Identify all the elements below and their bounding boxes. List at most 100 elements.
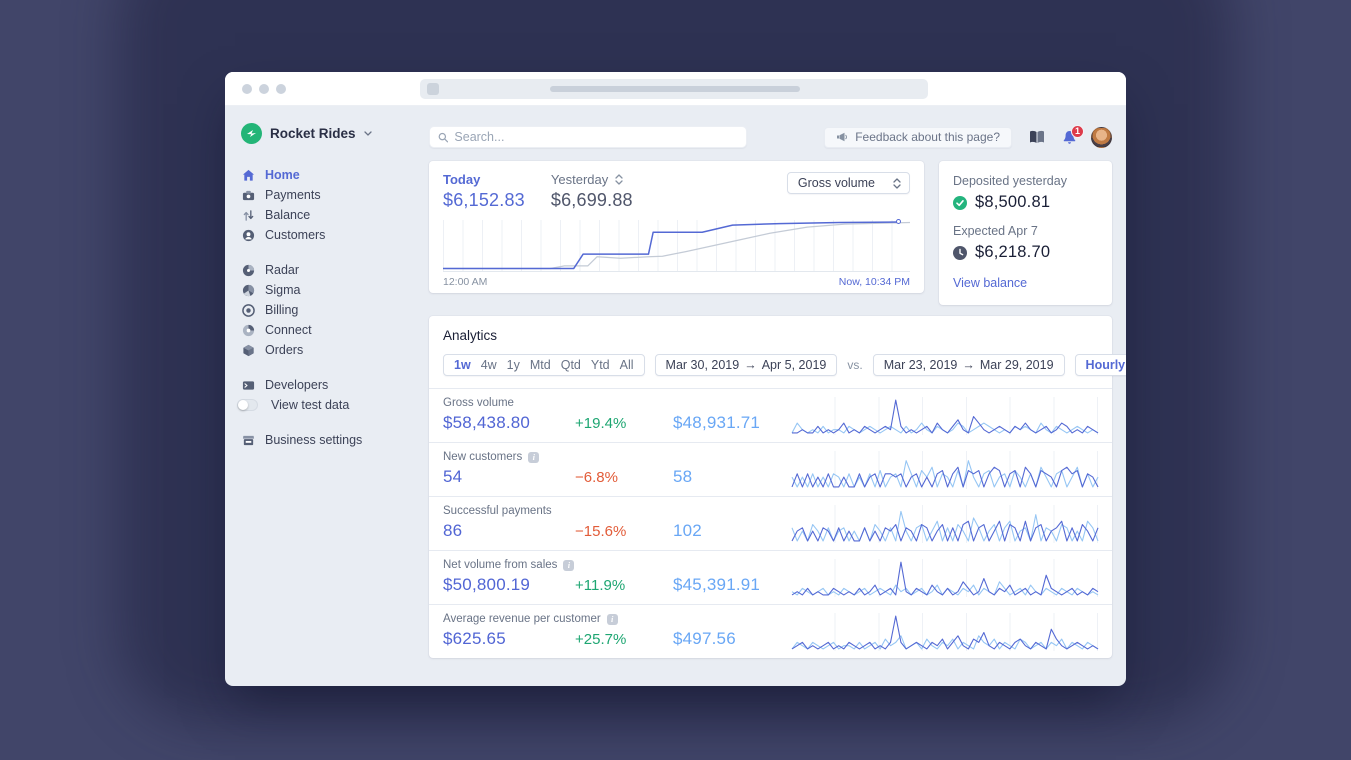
rocket-rides-logo [241, 123, 262, 144]
browser-address-bar[interactable] [420, 79, 928, 99]
period-start: Mar 30, 2019 [665, 358, 740, 372]
expected-value: $6,218.70 [975, 243, 1051, 261]
compare-start: Mar 23, 2019 [883, 358, 958, 372]
expected-label: Expected Apr 7 [953, 224, 1038, 238]
period-end: Apr 5, 2019 [761, 358, 827, 372]
sidebar-item-business-settings[interactable]: Business settings [241, 430, 411, 450]
vs-label: vs. [847, 358, 863, 372]
browser-titlebar [225, 72, 1126, 106]
range-option-1w[interactable]: 1w [454, 358, 471, 372]
today-value: $6,152.83 [443, 190, 525, 210]
info-icon[interactable]: i [528, 451, 540, 463]
metric-change: +19.4% [575, 415, 627, 432]
balance-arrows-icon [241, 208, 255, 222]
metric-value: $58,438.80 [443, 413, 531, 432]
sidebar-item-payments[interactable]: Payments [241, 185, 411, 205]
select-chevrons-icon [893, 177, 901, 189]
metric-label: Successful payments [443, 505, 552, 517]
sidebar-item-balance[interactable]: Balance [241, 205, 411, 225]
metric-value: $50,800.19 [443, 575, 531, 594]
feedback-button[interactable]: Feedback about this page? [824, 126, 1012, 148]
connect-icon [241, 323, 255, 337]
search-box[interactable] [429, 126, 747, 148]
sparkline-chart-average-revenue [792, 613, 1098, 651]
orders-icon [241, 343, 255, 357]
date-range-segment: 1w 4w 1y Mtd Qtd Ytd All [443, 354, 645, 376]
metric-compare-value: 58 [673, 467, 693, 486]
metric-label: Average revenue per customer [443, 613, 601, 625]
overview-cards-row: Today $6,152.83 Yesterday $6,699.88 Gros… [429, 161, 1112, 305]
sidebar-item-orders[interactable]: Orders [241, 340, 411, 360]
today-vs-yesterday-chart [443, 219, 910, 272]
metric-select-dropdown[interactable]: Gross volume [786, 172, 910, 194]
metric-row-successful-payments: Successful payments 86 −15.6% 102 [429, 496, 1112, 550]
sigma-icon [241, 283, 255, 297]
range-option-mtd[interactable]: Mtd [530, 358, 551, 372]
sidebar-item-customers[interactable]: Customers [241, 225, 411, 245]
range-option-4w[interactable]: 4w [481, 358, 497, 372]
metric-compare-value: $497.56 [673, 629, 736, 648]
sidebar-developer-group: Developers View test data [237, 375, 411, 415]
yesterday-column: Yesterday $6,699.88 [551, 172, 633, 211]
sidebar-item-radar[interactable]: Radar [241, 260, 411, 280]
metric-label: Net volume from sales [443, 559, 558, 571]
user-avatar[interactable] [1091, 126, 1112, 148]
today-volume-card: Today $6,152.83 Yesterday $6,699.88 Gros… [429, 161, 924, 293]
sidebar-item-sigma[interactable]: Sigma [241, 280, 411, 300]
docs-button[interactable] [1029, 130, 1045, 144]
compare-period-date-button[interactable]: Mar 23, 2019 → Mar 29, 2019 [872, 354, 1065, 376]
search-input[interactable] [454, 130, 738, 144]
range-option-ytd[interactable]: Ytd [591, 358, 610, 372]
yesterday-value: $6,699.88 [550, 190, 633, 210]
metric-value: $625.65 [443, 629, 506, 648]
billing-icon [241, 303, 255, 317]
metric-row-average-revenue: Average revenue per customer i $625.65 +2… [429, 604, 1112, 658]
sidebar-item-home[interactable]: Home [241, 165, 411, 185]
sidebar: Rocket Rides Home Payments Balance Custo… [225, 106, 421, 686]
range-option-1y[interactable]: 1y [507, 358, 520, 372]
sidebar-item-billing[interactable]: Billing [241, 300, 411, 320]
notification-badge: 1 [1070, 124, 1084, 138]
sidebar-item-connect[interactable]: Connect [241, 320, 411, 340]
browser-window: Rocket Rides Home Payments Balance Custo… [225, 72, 1126, 686]
metric-compare-value: 102 [673, 521, 702, 540]
arrow-right-icon: → [744, 358, 757, 372]
window-controls [225, 83, 286, 94]
range-option-all[interactable]: All [620, 358, 634, 372]
developers-icon [241, 378, 255, 392]
sort-updown-icon[interactable] [615, 174, 623, 185]
info-icon[interactable]: i [563, 559, 575, 571]
dashboard-app: Rocket Rides Home Payments Balance Custo… [225, 106, 1126, 686]
metric-row-gross-volume: Gross volume $58,438.80 +19.4% $48,931.7… [429, 388, 1112, 442]
info-icon[interactable]: i [606, 613, 618, 625]
metric-value: 86 [443, 521, 463, 540]
site-favicon [427, 83, 439, 95]
view-balance-link[interactable]: View balance [953, 276, 1027, 290]
minimize-window-button[interactable] [259, 83, 269, 94]
metric-label: Gross volume [443, 397, 514, 409]
metric-value: 54 [443, 467, 463, 486]
sparkline-chart-successful-payments [792, 505, 1098, 543]
metric-compare-value: $45,391.91 [673, 575, 761, 594]
notifications-button[interactable]: 1 [1062, 124, 1084, 145]
sidebar-item-view-test-data[interactable]: View test data [237, 395, 411, 415]
granularity-hourly[interactable]: Hourly [1086, 358, 1126, 372]
sparkline-chart-new-customers [792, 451, 1098, 489]
range-option-qtd[interactable]: Qtd [561, 358, 581, 372]
yesterday-label: Yesterday [550, 172, 609, 187]
zoom-window-button[interactable] [276, 83, 286, 94]
close-window-button[interactable] [242, 83, 252, 94]
megaphone-icon [837, 132, 848, 142]
test-data-toggle[interactable] [237, 399, 258, 411]
sidebar-products-group: Radar Sigma Billing Connect Orders [241, 260, 411, 360]
account-name: Rocket Rides [270, 126, 356, 141]
account-switcher[interactable]: Rocket Rides [241, 123, 411, 144]
period-date-button[interactable]: Mar 30, 2019 → Apr 5, 2019 [654, 354, 838, 376]
clock-icon [953, 245, 967, 260]
metric-row-new-customers: New customers i 54 −6.8% 58 [429, 442, 1112, 496]
sidebar-item-developers[interactable]: Developers [241, 375, 411, 395]
chart-x-end-label: Now, 10:34 PM [838, 276, 910, 288]
sidebar-primary-group: Home Payments Balance Customers [241, 165, 411, 245]
radar-icon [241, 263, 255, 277]
today-label: Today [443, 172, 481, 187]
